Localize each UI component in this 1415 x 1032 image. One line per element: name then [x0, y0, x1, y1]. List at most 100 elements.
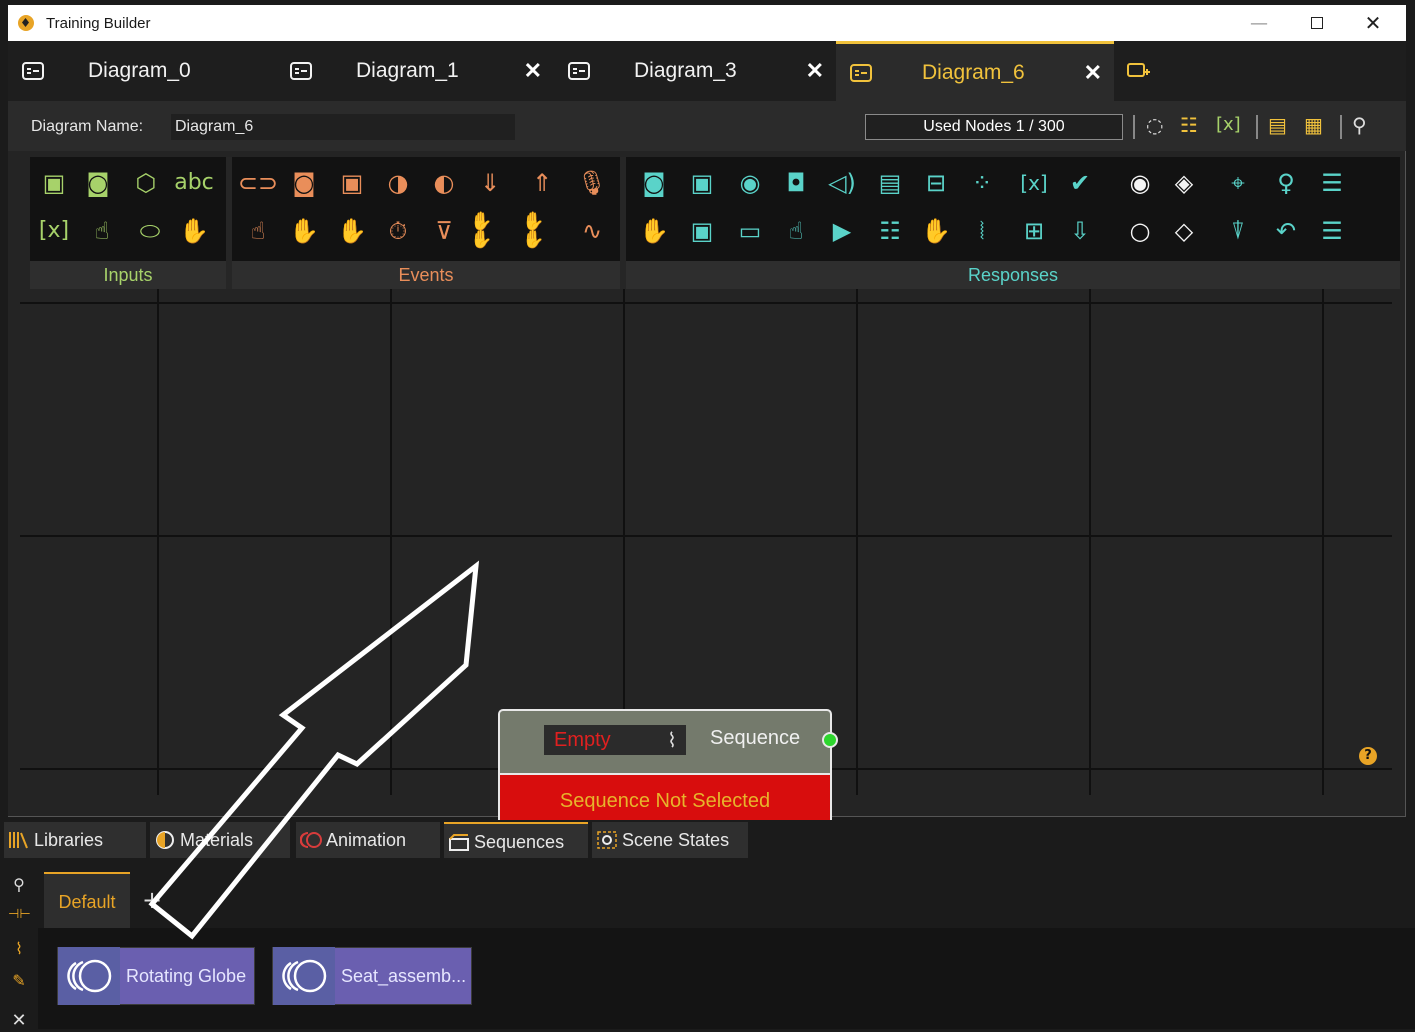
input-hand-icon[interactable]: ✋: [174, 211, 214, 251]
palette-group-label: Responses: [626, 261, 1400, 289]
help-icon[interactable]: ?: [1359, 747, 1377, 765]
response-target-icon[interactable]: ◙: [634, 163, 674, 203]
add-variable-icon[interactable]: [x]: [1216, 115, 1241, 135]
event-target-icon[interactable]: ◙: [284, 163, 324, 203]
layout-refresh-icon[interactable]: ◌: [1146, 115, 1163, 135]
response-tag-download-icon[interactable]: ⇩: [1060, 211, 1100, 251]
input-pointer-icon[interactable]: ☝: [82, 211, 122, 251]
response-circle-outline-icon[interactable]: ○: [1120, 211, 1160, 251]
event-voice-wave-icon[interactable]: ∿: [572, 211, 612, 251]
input-target-icon[interactable]: ◙: [78, 163, 118, 203]
output-port[interactable]: [822, 732, 838, 748]
sequence-label: Rotating Globe: [126, 965, 247, 986]
tab-libraries[interactable]: Libraries: [4, 822, 146, 858]
response-list-loop-icon[interactable]: ☰: [1312, 211, 1352, 251]
sequence-item-rotating-globe[interactable]: Rotating Globe: [57, 947, 255, 1005]
event-look-away-icon[interactable]: ◐: [424, 163, 464, 203]
event-trigger-icon[interactable]: ⊽: [424, 211, 464, 251]
sequence-node[interactable]: Empty ⌇ Sequence Sequence Not Selected: [498, 709, 838, 827]
response-location-icon[interactable]: ⌖: [1218, 163, 1258, 203]
diagram-icon: [290, 62, 312, 80]
event-timer-icon[interactable]: ⏱︎: [378, 211, 418, 251]
response-checklist-icon[interactable]: ☷: [870, 211, 910, 251]
event-place-icon[interactable]: ✋: [332, 211, 372, 251]
response-hierarchy-icon[interactable]: ⊞: [1014, 211, 1054, 251]
tab-materials[interactable]: Materials: [150, 822, 290, 858]
node-error-banner: Sequence Not Selected: [500, 773, 830, 825]
response-teleport-icon[interactable]: ⍒: [1218, 211, 1258, 251]
event-eye-icon[interactable]: ◑: [378, 163, 418, 203]
maximize-button[interactable]: [1288, 5, 1346, 41]
toolbar-separator: [1340, 115, 1342, 139]
pin-icon[interactable]: ✎: [8, 970, 30, 992]
minimize-button[interactable]: —: [1230, 5, 1288, 41]
event-screen-icon[interactable]: ▣: [332, 163, 372, 203]
response-message-icon[interactable]: ▭: [730, 211, 770, 251]
sequence-item-seat-assembly[interactable]: Seat_assemb...: [272, 947, 472, 1005]
palette-group-label: Events: [232, 261, 620, 289]
response-waypoint-remove-icon[interactable]: ◇: [1164, 211, 1204, 251]
sequence-label: Seat_assemb...: [341, 965, 467, 986]
event-two-hands-icon[interactable]: ✋✋: [470, 211, 510, 251]
response-marker-icon[interactable]: ♀: [1266, 163, 1306, 203]
close-tab-icon[interactable]: ✕: [806, 58, 824, 84]
response-vibrate-icon[interactable]: ⦚: [962, 211, 1002, 251]
filter-icon[interactable]: ⊣⊢: [8, 904, 31, 926]
input-object-icon[interactable]: ⬡: [126, 163, 166, 203]
event-vr-headset-icon[interactable]: ⊂⊃: [238, 163, 278, 203]
used-nodes-counter: Used Nodes 1 / 300: [865, 114, 1123, 140]
diagram-canvas[interactable]: Empty ⌇ Sequence Sequence Not Selected ?: [20, 289, 1392, 827]
event-lock-icon[interactable]: ⇑: [522, 163, 562, 203]
event-microphone-icon[interactable]: 🎙︎: [572, 163, 612, 203]
search-icon[interactable]: ⚲: [8, 874, 30, 896]
add-category-button[interactable]: +: [142, 886, 162, 914]
response-pointer-icon[interactable]: ☝: [776, 211, 816, 251]
diagram-name-input[interactable]: [171, 114, 515, 140]
paperclip-icon[interactable]: ⌇: [660, 725, 684, 755]
palette-group-inputs: ▣ ◙ ⬡ abc [x] ☝ ⬭ ✋ Inputs: [30, 157, 226, 289]
panel-icon[interactable]: ▦: [1304, 115, 1323, 135]
tab-animation[interactable]: Animation: [296, 822, 440, 858]
event-grab-icon[interactable]: ✋: [284, 211, 324, 251]
input-text-icon[interactable]: abc: [174, 163, 214, 203]
response-set-variable-icon[interactable]: [x]: [1014, 163, 1054, 203]
notes-icon[interactable]: ▤: [1268, 115, 1287, 135]
event-handoff-icon[interactable]: ✋✋: [522, 211, 562, 251]
response-toolbox-icon[interactable]: ⊟: [916, 163, 956, 203]
response-circle-filled-icon[interactable]: ◉: [1120, 163, 1160, 203]
response-waypoint-icon[interactable]: ◈: [1164, 163, 1204, 203]
response-tag-icon[interactable]: ✔: [1060, 163, 1100, 203]
response-list-icon[interactable]: ☰: [1312, 163, 1352, 203]
response-camera-icon[interactable]: ◘: [776, 163, 816, 203]
tab-sequences[interactable]: Sequences: [444, 822, 588, 858]
response-video-icon[interactable]: ▶: [822, 211, 862, 251]
search-icon[interactable]: ⚲: [1352, 115, 1367, 135]
response-panel-icon[interactable]: ▣: [682, 211, 722, 251]
response-clipboard-icon[interactable]: ▤: [870, 163, 910, 203]
attach-icon[interactable]: ⌇: [8, 938, 30, 960]
tab-diagram-3[interactable]: Diagram_3 ✕: [554, 41, 836, 101]
tab-diagram-6[interactable]: Diagram_6 ✕: [836, 41, 1114, 101]
tab-diagram-1[interactable]: Diagram_1 ✕: [276, 41, 554, 101]
input-toggle-icon[interactable]: ⬭: [130, 211, 170, 251]
tab-diagram-0[interactable]: Diagram_0: [8, 41, 276, 101]
tab-scene-states[interactable]: Scene States: [592, 822, 748, 858]
tab-default[interactable]: Default: [44, 872, 130, 928]
response-particles-icon[interactable]: ⁘: [962, 163, 1002, 203]
event-pointer-icon[interactable]: ☝: [238, 211, 278, 251]
input-variable-icon[interactable]: [x]: [34, 211, 74, 251]
new-diagram-tab-button[interactable]: [1114, 41, 1164, 101]
response-hand-rotate-icon[interactable]: ✋: [634, 211, 674, 251]
response-audio-icon[interactable]: ◁): [822, 163, 862, 203]
response-eye-icon[interactable]: ◉: [730, 163, 770, 203]
response-hand-gesture-icon[interactable]: ✋: [916, 211, 956, 251]
close-tab-icon[interactable]: ✕: [1084, 60, 1102, 86]
response-undo-icon[interactable]: ↶: [1266, 211, 1306, 251]
event-unlock-icon[interactable]: ⇓: [470, 163, 510, 203]
input-screen-icon[interactable]: ▣: [34, 163, 74, 203]
response-screen-icon[interactable]: ▣: [682, 163, 722, 203]
close-tab-icon[interactable]: ✕: [524, 58, 542, 84]
hierarchy-icon[interactable]: ☷: [1180, 115, 1198, 135]
close-window-button[interactable]: ✕: [1344, 5, 1402, 41]
sequence-icon: [273, 947, 335, 1005]
